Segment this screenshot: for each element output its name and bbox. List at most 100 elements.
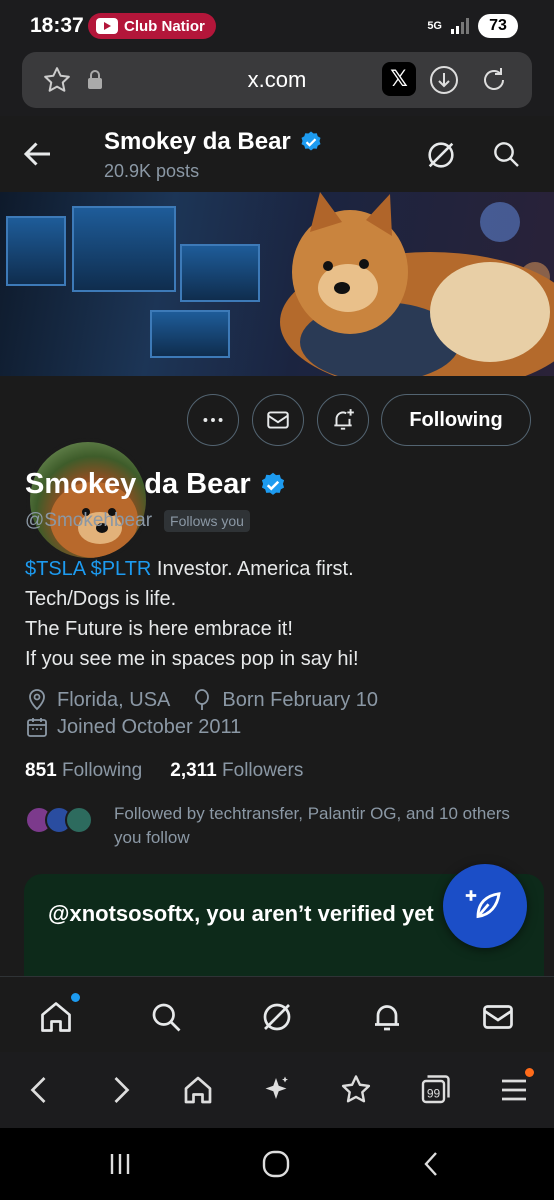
x-logo-icon[interactable]: 𝕏 <box>382 62 416 96</box>
browser-menu-button[interactable] <box>496 1068 534 1108</box>
grok-icon[interactable] <box>424 138 458 172</box>
nav-grok[interactable] <box>259 999 295 1035</box>
status-bar: 18:37 Club Natior 5G 73 <box>0 0 554 52</box>
verified-badge-icon <box>301 131 321 151</box>
bio-cashtags[interactable]: $TSLA $PLTR <box>25 558 151 580</box>
notification-bell-icon <box>334 409 354 430</box>
followers-count: 2,311 <box>170 760 217 781</box>
browser-tabs-button[interactable]: 99 <box>417 1072 453 1108</box>
profile-joined: Joined October 2011 <box>57 715 242 738</box>
bio-line-3: The Future is here embrace it! <box>25 618 293 640</box>
follower-avatar <box>65 806 93 834</box>
notification-text: Club Natior <box>124 17 205 35</box>
grok-icon <box>263 1003 291 1031</box>
profile-name: Smokey da Bear <box>25 468 287 501</box>
nav-notifications[interactable] <box>369 999 405 1035</box>
back-icon <box>30 1077 46 1103</box>
followed-by-text: Followed by techtransfer, Palantir OG, a… <box>114 804 510 847</box>
more-icon <box>203 418 223 422</box>
menu-icon <box>502 1079 526 1101</box>
signal-icon <box>451 18 469 34</box>
search-icon <box>152 1003 181 1032</box>
bio-line: $TSLA $PLTR Investor. America first. <box>25 554 359 584</box>
browser-back-button[interactable] <box>22 1072 58 1108</box>
browser-forward-button[interactable] <box>102 1072 138 1108</box>
browser-url-bar: x.com 𝕏 <box>0 52 554 116</box>
youtube-notification-pill[interactable]: Club Natior <box>88 13 216 39</box>
profile-location: Florida, USA <box>57 688 171 711</box>
header-profile-name: Smokey da Bear <box>104 128 323 156</box>
profile-banner-image[interactable] <box>0 192 554 376</box>
bio-line-4: If you see me in spaces pop in say hi! <box>25 648 359 670</box>
post-count: 20.9K posts <box>104 161 200 181</box>
recents-icon[interactable] <box>104 1148 136 1180</box>
compose-post-button[interactable] <box>443 864 527 948</box>
verified-badge-icon[interactable] <box>259 471 287 499</box>
tab-count: 99 <box>427 1087 441 1101</box>
home-icon <box>41 1002 71 1032</box>
nav-search[interactable] <box>148 999 184 1035</box>
location-icon <box>29 689 45 711</box>
profile-bio: $TSLA $PLTR Investor. America first. Tec… <box>25 554 359 674</box>
bio-line-2: Tech/Dogs is life. <box>25 588 177 610</box>
dog-illustration <box>280 192 554 376</box>
handle-row: @Smokehbear Follows you <box>25 510 250 532</box>
profile-birthday: Born February 10 <box>222 688 379 711</box>
browser-home-button[interactable] <box>180 1072 216 1108</box>
network-type: 5G <box>427 20 442 32</box>
verify-card-title-text: @xnotsosoftx, you aren’t verified yet <box>48 901 434 926</box>
browser-bookmarks-button[interactable] <box>338 1072 374 1108</box>
profile-name-text: Smokey da Bear <box>25 468 251 500</box>
reload-icon[interactable] <box>478 64 510 96</box>
banner-monitor-decor <box>72 206 176 292</box>
banner-monitor-decor <box>180 244 260 302</box>
header-name-text: Smokey da Bear <box>104 128 291 155</box>
followed-by-avatars <box>25 806 97 834</box>
bio-line-1: Investor. America first. <box>151 558 354 580</box>
battery-level: 73 <box>489 17 507 34</box>
x-profile-page: Smokey da Bear 20.9K posts Following Smo… <box>0 116 554 976</box>
update-dot <box>525 1068 534 1077</box>
url-field[interactable]: x.com 𝕏 <box>22 52 532 108</box>
nav-messages[interactable] <box>480 999 516 1035</box>
system-navigation-bar <box>0 1128 554 1200</box>
message-icon <box>267 411 289 429</box>
youtube-icon <box>96 18 118 34</box>
search-icon[interactable] <box>490 138 522 170</box>
message-button[interactable] <box>252 394 304 446</box>
following-button[interactable]: Following <box>381 394 531 446</box>
more-options-button[interactable] <box>187 394 239 446</box>
profile-meta-row: Florida, USA Born February 10 <box>25 688 378 712</box>
follow-stats: 851 Following 2,311 Followers <box>25 760 303 782</box>
following-stat[interactable]: 851 Following <box>25 760 142 782</box>
browser-assistant-button[interactable] <box>258 1072 294 1108</box>
back-icon[interactable] <box>416 1148 448 1180</box>
follows-you-badge: Follows you <box>164 510 250 532</box>
forward-icon <box>114 1077 130 1103</box>
banner-monitor-decor <box>150 310 230 358</box>
followers-stat[interactable]: 2,311 Followers <box>170 760 303 782</box>
followers-label: Followers <box>222 760 304 781</box>
app-bottom-nav <box>0 976 554 1052</box>
tabs-icon: 99 <box>421 1075 450 1104</box>
browser-toolbar: 99 <box>0 1052 554 1128</box>
profile-joined-row: Joined October 2011 <box>25 715 241 739</box>
battery-indicator: 73 <box>478 14 518 38</box>
bell-icon <box>375 1005 399 1031</box>
back-arrow-icon[interactable] <box>20 136 56 172</box>
following-count: 851 <box>25 760 57 781</box>
compose-feather-icon <box>465 890 501 919</box>
following-label: Following <box>61 760 143 781</box>
status-icons: 5G 73 <box>427 14 518 38</box>
download-icon[interactable] <box>428 64 460 96</box>
balloon-icon <box>195 689 210 710</box>
verify-card-title: @xnotsosoftx, you aren’t verified yet <box>48 898 488 929</box>
bookmark-star-icon <box>341 1075 371 1103</box>
home-circle-icon[interactable] <box>260 1148 292 1180</box>
mail-icon <box>483 1005 513 1029</box>
notification-dot <box>71 993 80 1002</box>
banner-monitor-decor <box>6 216 66 286</box>
notifications-button[interactable] <box>317 394 369 446</box>
profile-topbar: Smokey da Bear 20.9K posts <box>0 116 554 192</box>
nav-home[interactable] <box>38 993 80 1035</box>
